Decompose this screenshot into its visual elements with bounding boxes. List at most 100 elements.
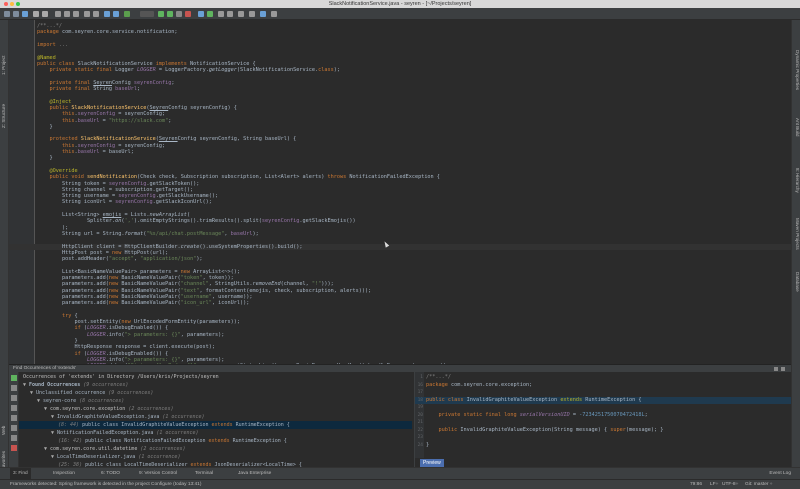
tab-structure[interactable]: Z: Structure: [1, 104, 6, 128]
code-line[interactable]: parameters.add(new BasicNameValuePair("u…: [9, 294, 791, 300]
code-line[interactable]: HttpPost post = new HttpPost(url);: [9, 250, 791, 256]
next-occurrence-icon[interactable]: [11, 425, 17, 431]
terminal-icon[interactable]: [249, 11, 255, 17]
code-line[interactable]: try {: [9, 313, 791, 319]
tab-dynamic-properties[interactable]: Dynamic Properties: [795, 50, 800, 90]
forward-icon[interactable]: [113, 11, 119, 17]
preview-tab[interactable]: Preview: [420, 459, 444, 467]
code-line[interactable]: public SlackNotificationService(SeyrenCo…: [9, 105, 791, 111]
code-line[interactable]: post.setEntity(new UrlEncodedFormEntity(…: [9, 319, 791, 325]
tree-node[interactable]: ▼ LocalTimeDeserializer.java (1 occurren…: [19, 453, 412, 461]
tab-project[interactable]: 1: Project: [1, 56, 6, 75]
build-icon[interactable]: [124, 11, 130, 17]
collapse-all-icon[interactable]: [11, 405, 17, 411]
redo-icon[interactable]: [42, 11, 48, 17]
copy-icon[interactable]: [64, 11, 70, 17]
tree-node[interactable]: ▼ com.seyren.core.util.datetime (2 occur…: [19, 445, 412, 453]
code-line[interactable]: [9, 237, 791, 243]
undo-icon[interactable]: [33, 11, 39, 17]
debug-icon[interactable]: [167, 11, 173, 17]
code-line[interactable]: public class SlackNotificationService im…: [9, 61, 791, 67]
code-line[interactable]: public void sendNotification(Check check…: [9, 174, 791, 180]
zoom-window-button[interactable]: [16, 2, 20, 6]
code-line[interactable]: }: [9, 124, 791, 130]
vcs-update-icon[interactable]: [198, 11, 204, 17]
tree-node[interactable]: ▼ seyren-core (8 occurrences): [19, 397, 412, 405]
code-line[interactable]: private static final Logger LOGGER = Log…: [9, 67, 791, 73]
minimize-window-button[interactable]: [10, 2, 14, 6]
pin-icon[interactable]: [11, 385, 17, 391]
previous-occurrence-icon[interactable]: [11, 415, 17, 421]
code-line[interactable]: String channel = subscription.getTarget(…: [9, 187, 791, 193]
code-line[interactable]: protected SlackNotificationService(Seyre…: [9, 136, 791, 142]
code-line[interactable]: List<BasicNameValuePair> parameters = ne…: [9, 269, 791, 275]
replace-icon[interactable]: [93, 11, 99, 17]
code-line[interactable]: parameters.add(new BasicNameValuePair("t…: [9, 275, 791, 281]
code-line[interactable]: package com.seyren.core.service.notifica…: [9, 29, 791, 35]
code-line[interactable]: LOGGER.info("> parameters: {}", paramete…: [9, 332, 791, 338]
back-icon[interactable]: [104, 11, 110, 17]
export-icon[interactable]: [11, 435, 17, 441]
tree-node[interactable]: ▼ NotificationFailedException.java (1 oc…: [19, 429, 412, 437]
tree-node[interactable]: ▼ InvalidGraphiteValueException.java (1 …: [19, 413, 412, 421]
code-line[interactable]: );: [9, 225, 791, 231]
coverage-icon[interactable]: [176, 11, 182, 17]
code-line[interactable]: parameters.add(new BasicNameValuePair("i…: [9, 300, 791, 306]
close-icon[interactable]: [11, 445, 17, 451]
file-encoding[interactable]: UTF-8÷: [722, 480, 738, 489]
code-line[interactable]: [9, 162, 791, 168]
settings-icon[interactable]: [218, 11, 224, 17]
code-line[interactable]: this.seyrenConfig = seyrenConfig;: [9, 111, 791, 117]
close-window-button[interactable]: [4, 2, 8, 6]
code-line[interactable]: String username = seyrenConfig.getSlackU…: [9, 193, 791, 199]
code-line[interactable]: @Named: [9, 55, 791, 61]
code-line[interactable]: private final SeyrenConfig seyrenConfig;: [9, 80, 791, 86]
help-icon[interactable]: [260, 11, 266, 17]
code-line[interactable]: Splitter.on(',').omitEmptyStrings().trim…: [9, 218, 791, 224]
code-line[interactable]: HttpResponse response = client.execute(p…: [9, 344, 791, 350]
code-line[interactable]: [9, 130, 791, 136]
run-config-select[interactable]: [140, 11, 154, 17]
sync-icon[interactable]: [22, 11, 28, 17]
code-line[interactable]: }: [9, 338, 791, 344]
code-line[interactable]: String url = String.format("%s/api/chat.…: [9, 231, 791, 237]
code-line[interactable]: [9, 307, 791, 313]
run-icon[interactable]: [158, 11, 164, 17]
code-line[interactable]: [9, 73, 791, 79]
git-branch[interactable]: Git: master ÷: [745, 480, 772, 489]
code-line[interactable]: [9, 92, 791, 98]
caret-position[interactable]: 79:86: [690, 480, 702, 489]
tree-node[interactable]: ▼ com.seyren.core.exception (2 occurrenc…: [19, 405, 412, 413]
tree-node[interactable]: Occurrences of 'extends' in Directory /U…: [19, 373, 412, 381]
database-icon[interactable]: [271, 11, 277, 17]
code-line[interactable]: this.seyrenConfig = seyrenConfig;: [9, 143, 791, 149]
status-message[interactable]: Frameworks detected: Spring framework is…: [10, 480, 201, 489]
tree-node[interactable]: (8: 44) public class InvalidGraphiteValu…: [19, 421, 412, 429]
code-line[interactable]: if (LOGGER.isDebugEnabled()) {: [9, 351, 791, 357]
code-line[interactable]: List<String> emojis = Lists.newArrayList…: [9, 212, 791, 218]
tab-maven-projects[interactable]: Maven Projects: [795, 218, 800, 250]
tree-node[interactable]: (16: 42) public class NotificationFailed…: [19, 437, 412, 445]
code-line[interactable]: [9, 36, 791, 42]
sdk-icon[interactable]: [238, 11, 244, 17]
code-line[interactable]: parameters.add(new BasicNameValuePair("t…: [9, 288, 791, 294]
hide-panel-icon[interactable]: [774, 367, 778, 371]
code-line[interactable]: if (LOGGER.isDebugEnabled()) {: [9, 325, 791, 331]
expand-all-icon[interactable]: [11, 395, 17, 401]
code-line[interactable]: [9, 206, 791, 212]
code-line[interactable]: String iconUrl = seyrenConfig.getSlackIc…: [9, 199, 791, 205]
code-line[interactable]: }: [9, 155, 791, 161]
code-line[interactable]: this.baseUrl = "https://slack.com";: [9, 118, 791, 124]
code-line[interactable]: LOGGER.info("> parameters: {}", paramete…: [9, 357, 791, 363]
tab-ant-build[interactable]: Ant Build: [795, 118, 800, 136]
code-line[interactable]: HttpClient client = HttpClientBuilder.cr…: [9, 243, 791, 250]
code-line[interactable]: @Override: [9, 168, 791, 174]
tree-node[interactable]: ▼ Unclassified occurrence (9 occurrences…: [19, 389, 412, 397]
tab-hierarchy[interactable]: 8: Hierarchy: [795, 168, 800, 193]
open-folder-icon[interactable]: [4, 11, 10, 17]
code-line[interactable]: private final String baseUrl;: [9, 86, 791, 92]
cut-icon[interactable]: [55, 11, 61, 17]
settings-icon[interactable]: [781, 367, 785, 371]
code-line[interactable]: this.baseUrl = baseUrl;: [9, 149, 791, 155]
tab-web[interactable]: Web: [1, 426, 6, 435]
